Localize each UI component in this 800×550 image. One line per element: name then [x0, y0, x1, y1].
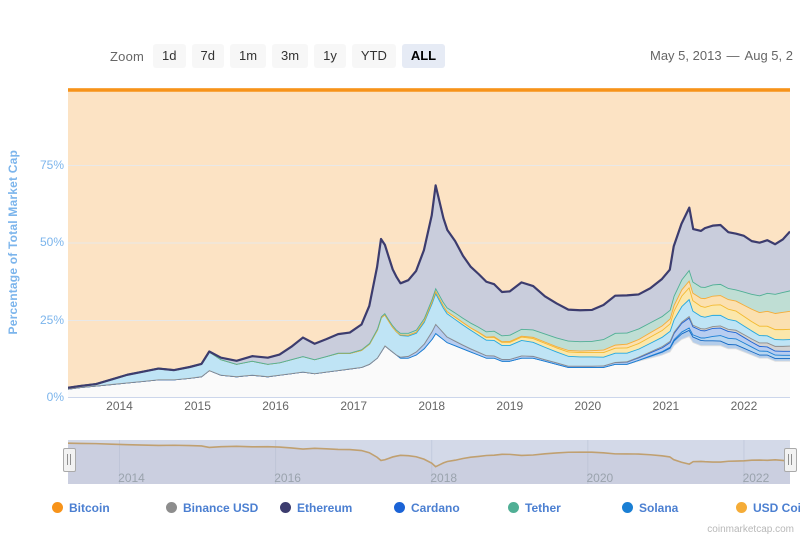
chart-legend: Bitcoin Binance USD Ethereum Cardano Tether S… [52, 498, 752, 517]
navigator-handle-left[interactable] [63, 448, 76, 472]
stacked-area-chart [68, 88, 790, 398]
y-axis-ticks: 0%25%50%75% [20, 88, 64, 398]
date-range-to: Aug 5, 2 [745, 48, 793, 63]
x-tick-label: 2016 [262, 399, 289, 413]
legend-color-dot [622, 502, 633, 513]
y-tick-label: 50% [24, 235, 64, 249]
legend-item-bitcoin[interactable]: Bitcoin [52, 501, 166, 515]
x-tick-label: 2014 [106, 399, 133, 413]
range-selector: Zoom 1d 7d1m3m1yYTDALL [110, 44, 445, 68]
range-button-3m[interactable]: 3m [272, 44, 308, 68]
range-button-1m[interactable]: 1m [230, 44, 266, 68]
x-tick-label: 2021 [653, 399, 680, 413]
navigator-series [68, 432, 790, 486]
legend-color-dot [508, 502, 519, 513]
legend-label: Solana [639, 501, 678, 515]
navigator-handle-right[interactable] [784, 448, 797, 472]
legend-item-solana[interactable]: Solana [622, 501, 736, 515]
legend-color-dot [166, 502, 177, 513]
y-tick-label: 0% [24, 390, 64, 404]
legend-label: USD Coin [753, 501, 800, 515]
y-tick-label: 75% [24, 158, 64, 172]
legend-color-dot [280, 502, 291, 513]
legend-label: Binance USD [183, 501, 258, 515]
x-tick-label: 2020 [574, 399, 601, 413]
range-button-1y[interactable]: 1y [314, 44, 346, 68]
date-range-arrow: — [722, 48, 745, 63]
date-range-from: May 5, 2013 [650, 48, 722, 63]
legend-item-cardano[interactable]: Cardano [394, 501, 508, 515]
range-button-1d[interactable]: 1d [153, 44, 185, 68]
y-tick-label: 25% [24, 313, 64, 327]
x-axis-ticks: 2014 2015 2016 2017 2018 2019 2020 2021 2022 [68, 399, 790, 417]
legend-item-ethereum[interactable]: Ethereum [280, 501, 394, 515]
legend-color-dot [394, 502, 405, 513]
zoom-label: Zoom [110, 49, 144, 64]
watermark: coinmarketcap.com [707, 524, 794, 535]
legend-label: Bitcoin [69, 501, 110, 515]
x-tick-label: 2022 [731, 399, 758, 413]
legend-label: Cardano [411, 501, 460, 515]
range-button-all[interactable]: ALL [402, 44, 445, 68]
x-tick-label: 2019 [496, 399, 523, 413]
legend-item-usd_coin[interactable]: USD Coin [736, 501, 800, 515]
chart-plot-area[interactable] [68, 88, 790, 398]
date-range-display: May 5, 2013—Aug 5, 2 [650, 48, 793, 63]
legend-color-dot [52, 502, 63, 513]
legend-item-binance_usd[interactable]: Binance USD [166, 501, 280, 515]
x-tick-label: 2015 [184, 399, 211, 413]
x-tick-label: 2017 [340, 399, 367, 413]
legend-item-tether[interactable]: Tether [508, 501, 622, 515]
range-button-7d[interactable]: 7d [192, 44, 224, 68]
x-tick-label: 2018 [418, 399, 445, 413]
legend-label: Tether [525, 501, 561, 515]
chart-toolbar: Zoom 1d 7d1m3m1yYTDALL May 5, 2013—Aug 5,… [0, 0, 800, 86]
chart-navigator[interactable] [68, 432, 790, 486]
legend-label: Ethereum [297, 501, 352, 515]
legend-color-dot [736, 502, 747, 513]
range-button-ytd[interactable]: YTD [352, 44, 396, 68]
